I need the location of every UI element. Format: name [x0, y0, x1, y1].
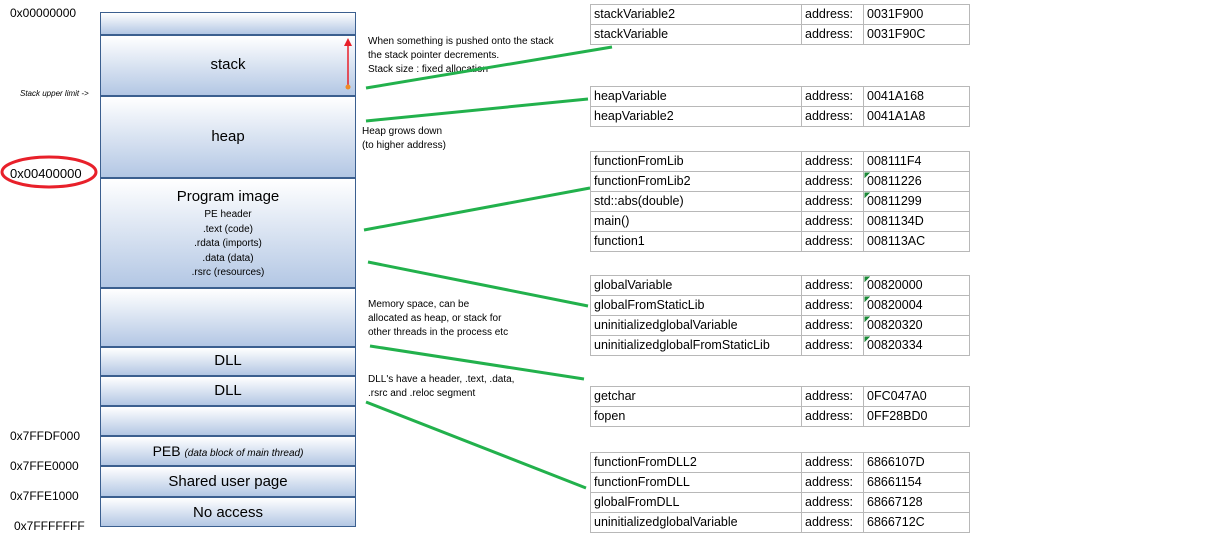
address-label: address:: [801, 386, 864, 407]
table-row: functionFromLib2 address: 00811226: [590, 171, 970, 192]
connector-globals: [367, 260, 589, 308]
variable-name: uninitializedglobalVariable: [590, 512, 802, 533]
address-label: address:: [801, 86, 864, 107]
function-name: functionFromLib: [590, 151, 802, 172]
address-value: 0041A1A8: [863, 106, 970, 127]
connector-dll: [365, 400, 587, 490]
address-label: address:: [801, 171, 864, 192]
table-row: main() address: 0081134D: [590, 211, 970, 232]
address-label: address:: [801, 106, 864, 127]
table-row: stackVariable address: 0031F90C: [590, 24, 970, 45]
address-label: address:: [801, 295, 864, 316]
connector-stack: [365, 45, 613, 90]
address-value: 00811299: [863, 191, 970, 212]
address-label: address:: [801, 512, 864, 533]
table-row: functionFromDLL address: 68661154: [590, 472, 970, 493]
table-row: uninitializedglobalVariable address: 008…: [590, 315, 970, 336]
table-row: uninitializedglobalFromStaticLib address…: [590, 335, 970, 356]
address-label: address:: [801, 191, 864, 212]
table-row: getchar address: 0FC047A0: [590, 386, 970, 407]
function-name: functionFromDLL: [590, 472, 802, 493]
variable-name: stackVariable2: [590, 4, 802, 25]
address-value: 68661154: [863, 472, 970, 493]
address-value: 008111F4: [863, 151, 970, 172]
function-name: function1: [590, 231, 802, 252]
address-value: 0081134D: [863, 211, 970, 232]
variable-name: uninitializedglobalVariable: [590, 315, 802, 336]
address-label: address:: [801, 231, 864, 252]
address-label: address:: [801, 406, 864, 427]
address-value: 0031F900: [863, 4, 970, 25]
address-value: 68667128: [863, 492, 970, 513]
address-label: address:: [801, 452, 864, 473]
address-value: 00820320: [863, 315, 970, 336]
function-name: functionFromLib2: [590, 171, 802, 192]
variable-name: uninitializedglobalFromStaticLib: [590, 335, 802, 356]
address-value: 0FF28BD0: [863, 406, 970, 427]
address-value: 008113AC: [863, 231, 970, 252]
address-table-dll: functionFromDLL2 address: 6866107D funct…: [590, 452, 970, 533]
connector-crt-functions: [369, 344, 585, 381]
function-name: fopen: [590, 406, 802, 427]
address-value: 6866712C: [863, 512, 970, 533]
address-value: 00820000: [863, 275, 970, 296]
address-value: 00820334: [863, 335, 970, 356]
variable-name: globalFromDLL: [590, 492, 802, 513]
address-table-functions: functionFromLib address: 008111F4 functi…: [590, 151, 970, 252]
table-row: uninitializedglobalVariable address: 686…: [590, 512, 970, 533]
table-row: heapVariable2 address: 0041A1A8: [590, 106, 970, 127]
table-row: heapVariable address: 0041A168: [590, 86, 970, 107]
connector-program-image: [363, 186, 591, 232]
table-row: stackVariable2 address: 0031F900: [590, 4, 970, 25]
function-name: main(): [590, 211, 802, 232]
address-value: 6866107D: [863, 452, 970, 473]
variable-name: heapVariable: [590, 86, 802, 107]
table-row: globalFromDLL address: 68667128: [590, 492, 970, 513]
address-value: 0041A168: [863, 86, 970, 107]
table-row: globalVariable address: 00820000: [590, 275, 970, 296]
function-name: functionFromDLL2: [590, 452, 802, 473]
address-label: address:: [801, 211, 864, 232]
variable-name: globalFromStaticLib: [590, 295, 802, 316]
function-name: getchar: [590, 386, 802, 407]
table-row: globalFromStaticLib address: 00820004: [590, 295, 970, 316]
variable-name: heapVariable2: [590, 106, 802, 127]
address-value: 00811226: [863, 171, 970, 192]
table-row: std::abs(double) address: 00811299: [590, 191, 970, 212]
address-label: address:: [801, 492, 864, 513]
address-table-heap: heapVariable address: 0041A168 heapVaria…: [590, 86, 970, 127]
address-table-stack: stackVariable2 address: 0031F900 stackVa…: [590, 4, 970, 45]
address-table-globals: globalVariable address: 00820000 globalF…: [590, 275, 970, 356]
address-label: address:: [801, 24, 864, 45]
table-row: function1 address: 008113AC: [590, 231, 970, 252]
stack-growth-arrow: [344, 38, 352, 90]
address-value: 0031F90C: [863, 24, 970, 45]
address-table-crt: getchar address: 0FC047A0 fopen address:…: [590, 386, 970, 427]
table-row: fopen address: 0FF28BD0: [590, 406, 970, 427]
table-row: functionFromLib address: 008111F4: [590, 151, 970, 172]
variable-name: globalVariable: [590, 275, 802, 296]
address-label: address:: [801, 151, 864, 172]
table-row: functionFromDLL2 address: 6866107D: [590, 452, 970, 473]
address-label: address:: [801, 315, 864, 336]
function-name: std::abs(double): [590, 191, 802, 212]
address-label: address:: [801, 275, 864, 296]
address-value: 00820004: [863, 295, 970, 316]
variable-name: stackVariable: [590, 24, 802, 45]
address-label: address:: [801, 335, 864, 356]
address-value: 0FC047A0: [863, 386, 970, 407]
address-label: address:: [801, 4, 864, 25]
address-label: address:: [801, 472, 864, 493]
highlight-circle: [0, 155, 98, 189]
connector-heap: [365, 97, 589, 123]
